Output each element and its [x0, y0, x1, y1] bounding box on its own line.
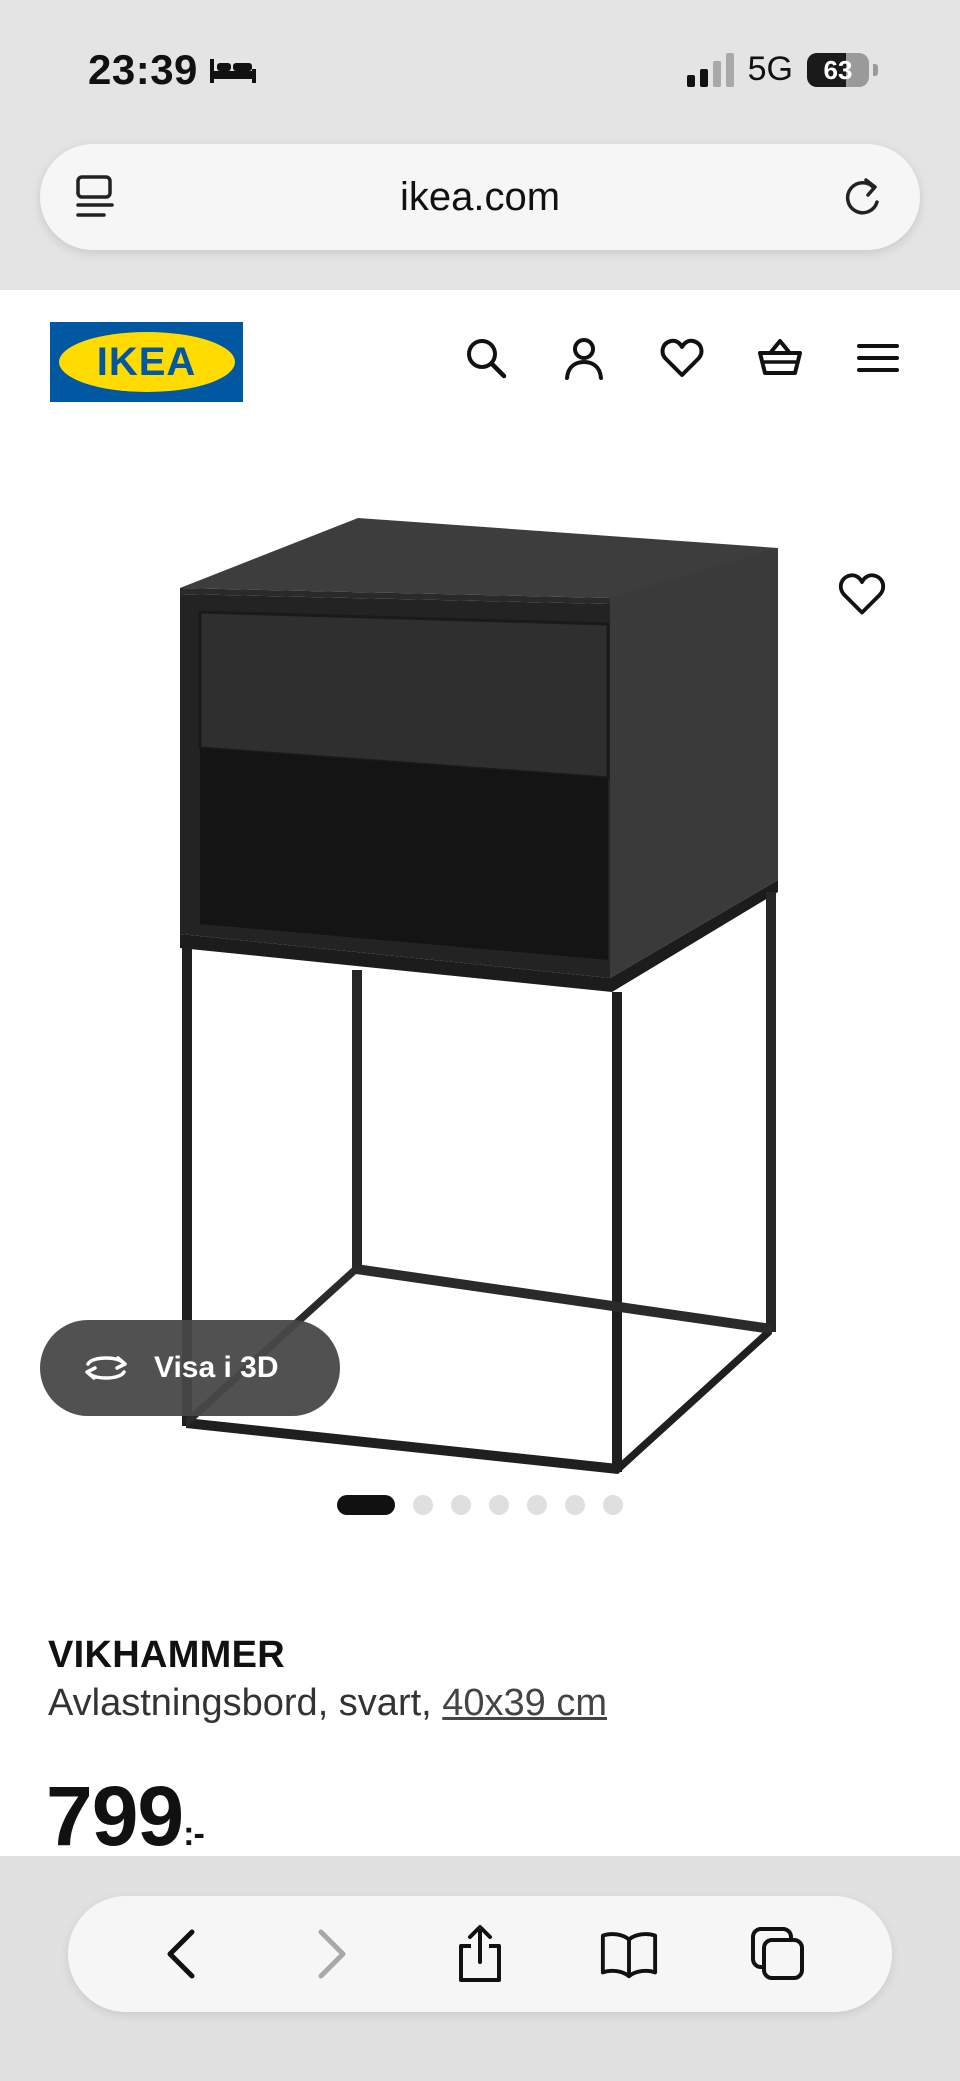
share-icon — [458, 1925, 501, 1982]
browser-bottom-chrome — [0, 1856, 960, 2081]
leg-back-left — [352, 970, 362, 1270]
battery-tip — [873, 63, 878, 76]
product-price: 799:- — [46, 1768, 205, 1865]
cabinet-side — [610, 548, 778, 978]
bookmarks-icon — [600, 1932, 657, 1979]
gallery-dot[interactable] — [489, 1495, 509, 1515]
leg-back-right — [766, 892, 776, 1332]
view-in-3d-button[interactable]: Visa i 3D — [40, 1320, 340, 1416]
back-icon — [167, 1929, 195, 1979]
tabs-icon — [750, 1927, 804, 1980]
product-size-link[interactable]: 40x39 cm — [442, 1682, 607, 1724]
status-indicators: 5G 63 — [686, 50, 878, 89]
bookmarks-button[interactable] — [599, 1924, 659, 1984]
logo-text: IKEA — [96, 339, 197, 384]
share-button[interactable] — [450, 1924, 510, 1984]
heart-icon[interactable] — [660, 336, 704, 380]
price-suffix: :- — [183, 1815, 205, 1853]
forward-button[interactable] — [301, 1924, 361, 1984]
battery-icon: 63 — [807, 52, 869, 87]
product-gallery[interactable]: Visa i 3D — [0, 440, 960, 1570]
product-name: VIKHAMMER — [48, 1634, 286, 1676]
add-to-favourites-heart-icon[interactable] — [838, 570, 886, 618]
gallery-pagination[interactable] — [0, 1495, 960, 1515]
back-button[interactable] — [152, 1924, 212, 1984]
account-icon[interactable] — [562, 336, 606, 380]
signal-icon — [686, 52, 734, 87]
open-shelf — [200, 748, 608, 960]
network-type: 5G — [747, 50, 793, 88]
clock-text: 23:39 — [88, 46, 198, 93]
forward-icon — [318, 1929, 346, 1979]
rotate-3d-icon — [85, 1356, 127, 1380]
site-header: IKEA — [0, 290, 960, 440]
bed-icon — [209, 59, 256, 83]
search-icon[interactable] — [464, 336, 508, 380]
gallery-dot[interactable] — [527, 1495, 547, 1515]
status-time: 23:39 — [88, 46, 258, 94]
address-bar[interactable]: ikea.com — [40, 144, 920, 250]
ikea-logo[interactable]: IKEA — [50, 322, 243, 402]
browser-top-chrome: 23:39 5G 63 ikea.com — [0, 0, 960, 290]
browser-toolbar — [68, 1896, 892, 2012]
view-in-3d-label: Visa i 3D — [154, 1351, 279, 1384]
battery-percent: 63 — [823, 54, 853, 85]
tabs-button[interactable] — [748, 1924, 808, 1984]
leg-front-right — [612, 992, 622, 1472]
product-description: Avlastningsbord, svart, 40x39 cm — [48, 1682, 607, 1725]
gallery-dot[interactable] — [603, 1495, 623, 1515]
header-actions — [464, 336, 900, 380]
menu-icon[interactable] — [856, 336, 900, 380]
reload-icon[interactable] — [838, 172, 886, 222]
gallery-dot[interactable] — [565, 1495, 585, 1515]
logo-oval: IKEA — [58, 332, 235, 392]
gallery-dot[interactable] — [337, 1495, 395, 1515]
product-type-text: Avlastningsbord, svart, — [48, 1682, 443, 1724]
gallery-dot[interactable] — [451, 1495, 471, 1515]
basket-icon[interactable] — [758, 336, 802, 380]
gallery-dot[interactable] — [413, 1495, 433, 1515]
url-text[interactable]: ikea.com — [40, 144, 920, 250]
price-value: 799 — [46, 1769, 184, 1863]
